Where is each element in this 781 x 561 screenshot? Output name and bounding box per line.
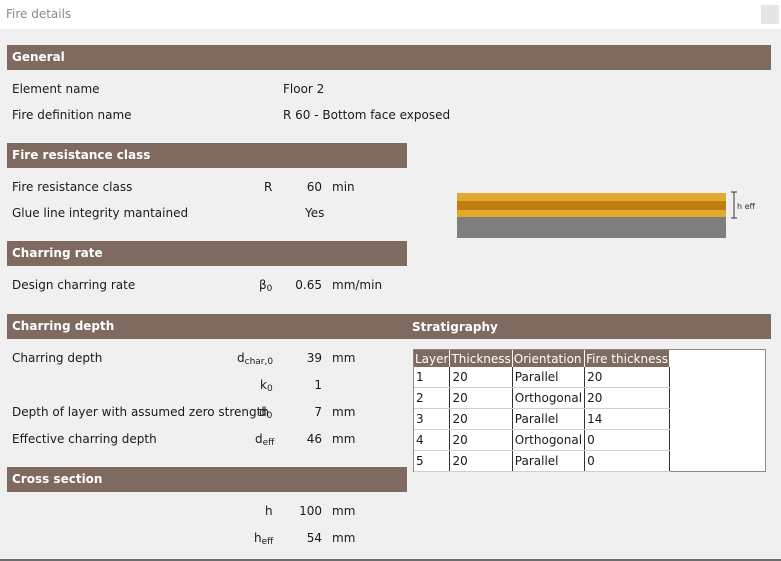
cell-thickness: 20 [449, 408, 513, 430]
table-row[interactable]: 1 20 Parallel 20 [414, 367, 670, 388]
stratigraphy-header: Stratigraphy [412, 320, 498, 334]
heff-value: 54 [306, 531, 322, 545]
cell-thickness: 20 [449, 450, 513, 472]
zero-strength-label: Depth of layer with assumed zero strengt… [12, 405, 269, 419]
fire-resistance-class-label: Fire resistance class [12, 180, 133, 194]
effective-charring-unit: mm [332, 432, 356, 446]
charring-depth-unit: mm [332, 351, 356, 365]
layer-top [457, 193, 726, 201]
col-header-fire-thickness[interactable]: Fire thickness [584, 350, 670, 367]
fire-definition-label: Fire definition name [12, 108, 132, 122]
cell-layer: 3 [414, 408, 451, 430]
cell-fire-thickness: 20 [584, 367, 670, 388]
charring-depth-symbol: dchar,0 [237, 351, 274, 367]
glue-line-value: Yes [305, 206, 325, 220]
section-header-general: General [7, 45, 771, 70]
glue-line-label: Glue line integrity mantained [12, 206, 189, 220]
cell-layer: 1 [414, 367, 451, 388]
element-name-value: Floor 2 [283, 82, 325, 96]
col-header-orientation[interactable]: Orientation [512, 350, 586, 367]
cell-layer: 5 [414, 450, 451, 472]
effective-charring-value: 46 [306, 432, 322, 446]
table-row[interactable]: 3 20 Parallel 14 [414, 408, 670, 430]
design-charring-rate-unit: mm/min [332, 278, 383, 292]
k0-value: 1 [314, 378, 322, 392]
cell-orientation: Parallel [512, 450, 586, 472]
cell-fire-thickness: 14 [584, 408, 670, 430]
layer-residual [457, 217, 726, 238]
cell-layer: 4 [414, 429, 451, 451]
h-value: 100 [299, 504, 322, 518]
heff-dimension-label: h eff [737, 202, 756, 211]
layer-bottom-charred [457, 210, 726, 217]
cell-orientation: Parallel [512, 408, 586, 430]
section-header-fire-resistance: Fire resistance class [7, 143, 407, 168]
h-unit: mm [332, 504, 356, 518]
table-row[interactable]: 5 20 Parallel 0 [414, 450, 670, 472]
col-header-thickness[interactable]: Thickness [449, 350, 513, 367]
fire-resistance-class-symbol: R [264, 180, 273, 194]
fire-resistance-class-unit: min [332, 180, 355, 194]
cell-fire-thickness: 0 [584, 450, 670, 472]
heff-symbol: heff [254, 531, 274, 547]
fire-resistance-class-value: 60 [306, 180, 322, 194]
col-header-layer[interactable]: Layer [414, 350, 451, 367]
section-header-charring-depth: Charring depth [7, 314, 771, 339]
stratigraphy-table[interactable]: Layer Thickness Orientation Fire thickne… [413, 349, 766, 472]
table-header-row: Layer Thickness Orientation Fire thickne… [414, 350, 670, 367]
table-row[interactable]: 2 20 Orthogonal 20 [414, 387, 670, 409]
effective-charring-label: Effective charring depth [12, 432, 157, 446]
cell-layer: 2 [414, 387, 451, 409]
table-row[interactable]: 4 20 Orthogonal 0 [414, 429, 670, 451]
layer-middle [457, 201, 726, 210]
cross-section-diagram: h eff [457, 191, 756, 238]
cell-orientation: Orthogonal [512, 387, 586, 409]
title-bar: Fire details [0, 0, 781, 29]
cell-fire-thickness: 20 [584, 387, 670, 409]
cell-thickness: 20 [449, 429, 513, 451]
close-button[interactable] [761, 5, 779, 24]
element-name-label: Element name [12, 82, 100, 96]
zero-strength-unit: mm [332, 405, 356, 419]
design-charring-rate-value: 0.65 [295, 278, 322, 292]
section-header-charring-rate: Charring rate [7, 241, 407, 266]
zero-strength-symbol: d0 [259, 405, 273, 421]
effective-charring-symbol: deff [255, 432, 275, 448]
fire-definition-value: R 60 - Bottom face exposed [283, 108, 451, 122]
zero-strength-value: 7 [314, 405, 322, 419]
design-charring-rate-label: Design charring rate [12, 278, 136, 292]
charring-depth-label: Charring depth [12, 351, 103, 365]
cell-fire-thickness: 0 [584, 429, 670, 451]
cell-thickness: 20 [449, 387, 513, 409]
cell-thickness: 20 [449, 367, 513, 388]
design-charring-rate-symbol: β0 [259, 278, 273, 294]
section-header-cross-section: Cross section [7, 467, 407, 492]
h-symbol: h [265, 504, 273, 518]
window-title: Fire details [6, 7, 72, 21]
cell-orientation: Parallel [512, 367, 586, 388]
heff-unit: mm [332, 531, 356, 545]
cell-orientation: Orthogonal [512, 429, 586, 451]
charring-depth-value: 39 [306, 351, 322, 365]
k0-symbol: k0 [260, 378, 273, 394]
